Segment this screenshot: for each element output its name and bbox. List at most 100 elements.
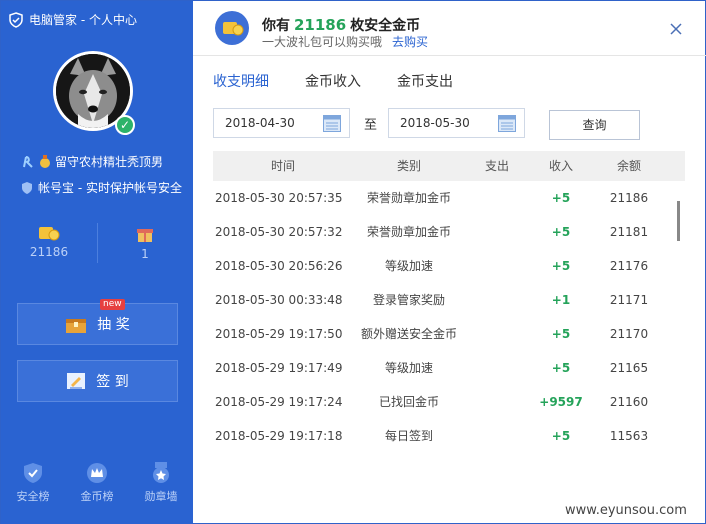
cell-type: 每日签到 [384, 429, 433, 443]
window-title-text: 电脑管家 - 个人中心 [29, 13, 137, 27]
tab-expense[interactable]: 金币支出 [397, 71, 453, 95]
nav-security-rank-label: 安全榜 [16, 490, 50, 503]
cell-balance: 21165 [609, 361, 649, 375]
date-from-value: 2018-04-30 [225, 116, 295, 130]
cell-in: +1 [551, 293, 571, 307]
table-row: 2018-05-30 20:57:35 荣誉勋章加金币 +5 21186 [213, 181, 685, 215]
vip-level-icon [23, 155, 33, 168]
cell-in: +9597 [539, 395, 583, 409]
cell-type: 额外赠送安全金币 [360, 327, 457, 341]
lottery-button[interactable]: 抽 奖 [17, 303, 178, 345]
table-body: 2018-05-30 20:57:35 荣誉勋章加金币 +5 21186 2018-05… [213, 181, 685, 453]
cell-out [465, 249, 529, 283]
cell-type: 等级加速 [384, 259, 433, 273]
cell-time: 2018-05-29 19:17:24 [215, 395, 343, 409]
header: 你有 21186 枚安全金币 一大波礼包可以购买哦 去购买 [193, 1, 706, 56]
verified-check-icon: ✓ [115, 115, 135, 135]
nav-coin-rank[interactable]: 金币榜 [67, 461, 127, 504]
nav-coin-rank-label: 金币榜 [80, 490, 114, 503]
coin-summary-prefix: 你有 [262, 18, 290, 34]
cell-time: 2018-05-29 19:17:18 [215, 429, 343, 443]
cell-in: +5 [551, 191, 571, 205]
level-medal-icon [40, 154, 50, 168]
cell-balance: 21186 [609, 191, 649, 205]
gift-stat[interactable]: 1 [97, 219, 193, 261]
query-button[interactable]: 查询 [549, 110, 640, 140]
cell-out [465, 283, 529, 317]
coin-summary-count: 21186 [294, 16, 347, 34]
date-to-input[interactable]: 2018-05-30 [388, 108, 525, 138]
window-title: 电脑管家 - 个人中心 [9, 11, 137, 28]
cell-time: 2018-05-30 20:56:26 [215, 259, 343, 273]
user-info[interactable]: 留守农村精壮秃顶男 [21, 153, 163, 170]
sign-in-button[interactable]: 签 到 [17, 360, 178, 402]
nav-medal-wall[interactable]: 勋章墙 [131, 461, 191, 504]
account-shield-icon [22, 181, 32, 194]
cell-in: +5 [551, 429, 571, 443]
calendar-icon[interactable] [498, 115, 516, 132]
sign-pen-icon [67, 373, 86, 389]
cell-balance: 21160 [609, 395, 649, 409]
app-window: 电脑管家 - 个人中心 ✓ 留守农村精壮秃顶男 帐号宝 - 实时保护帐号安全 2… [0, 0, 706, 524]
lottery-label: 抽 奖 [97, 317, 130, 333]
cell-balance: 21171 [609, 293, 649, 307]
coin-stat[interactable]: 21186 [1, 219, 97, 259]
nav-security-rank[interactable]: 安全榜 [3, 461, 63, 504]
cell-out [465, 317, 529, 351]
cell-out [465, 385, 529, 419]
account-protect-text: 帐号宝 - 实时保护帐号安全 [38, 181, 182, 195]
column-header-in: 收入 [548, 159, 573, 173]
table-row: 2018-05-29 19:17:49 等级加速 +5 21165 [213, 351, 685, 385]
main-panel: 你有 21186 枚安全金币 一大波礼包可以购买哦 去购买 收支明细 金币收入 金币支… [193, 1, 706, 524]
coin-count: 21186 [29, 245, 69, 259]
treasure-chest-icon [66, 319, 87, 333]
cell-balance: 11563 [609, 429, 649, 443]
calendar-icon[interactable] [323, 115, 341, 132]
coin-summary-suffix: 枚安全金币 [350, 18, 421, 34]
cell-in: +5 [551, 327, 571, 341]
gift-icon [137, 229, 153, 242]
table-row: 2018-05-30 20:56:26 等级加速 +5 21176 [213, 249, 685, 283]
sidebar: 电脑管家 - 个人中心 ✓ 留守农村精壮秃顶男 帐号宝 - 实时保护帐号安全 2… [1, 1, 193, 524]
cell-out [465, 351, 529, 385]
coin-subtitle-text: 一大波礼包可以购买哦 [262, 35, 383, 49]
cell-time: 2018-05-29 19:17:50 [215, 327, 343, 341]
cell-time: 2018-05-30 00:33:48 [215, 293, 343, 307]
table-row: 2018-05-29 19:17:50 额外赠送安全金币 +5 21170 [213, 317, 685, 351]
account-protect[interactable]: 帐号宝 - 实时保护帐号安全 [21, 179, 182, 196]
table-row: 2018-05-30 20:57:32 荣誉勋章加金币 +5 21181 [213, 215, 685, 249]
cell-in: +5 [551, 259, 571, 273]
column-header-type: 类别 [396, 159, 421, 173]
coin-icon [39, 227, 60, 241]
cell-type: 已找回金币 [378, 395, 439, 409]
buy-link[interactable]: 去购买 [392, 35, 428, 49]
table-row: 2018-05-29 19:17:18 每日签到 +5 11563 [213, 419, 685, 453]
close-icon[interactable] [668, 21, 684, 37]
new-badge: new [100, 299, 125, 310]
cell-type: 荣誉勋章加金币 [366, 191, 451, 205]
coin-subtitle: 一大波礼包可以购买哦 去购买 [262, 33, 428, 50]
cell-out [465, 181, 529, 215]
cell-time: 2018-05-30 20:57:32 [215, 225, 343, 239]
table-row: 2018-05-29 19:17:24 已找回金币 +9597 21160 [213, 385, 685, 419]
table-header: 时间 类别 支出 收入 余额 [213, 151, 685, 181]
tab-income[interactable]: 金币收入 [305, 71, 361, 95]
transaction-table: 时间 类别 支出 收入 余额 2018-05-30 20:57:35 荣誉勋章加金… [213, 151, 685, 453]
header-coin-icon [215, 11, 249, 45]
bottom-nav: 安全榜 金币榜 勋章墙 [1, 461, 193, 504]
tab-bar: 收支明细 金币收入 金币支出 [213, 71, 453, 95]
date-from-input[interactable]: 2018-04-30 [213, 108, 350, 138]
cell-balance: 21181 [609, 225, 649, 239]
shield-check-icon [24, 463, 42, 483]
tab-details[interactable]: 收支明细 [213, 71, 269, 95]
date-to-value: 2018-05-30 [400, 116, 470, 130]
cell-type: 荣誉勋章加金币 [366, 225, 451, 239]
scrollbar[interactable] [677, 201, 680, 241]
cell-in: +5 [551, 361, 571, 375]
cell-out [465, 419, 529, 453]
coin-summary: 你有 21186 枚安全金币 [262, 15, 420, 35]
gift-count: 1 [141, 247, 149, 261]
cell-balance: 21170 [609, 327, 649, 341]
username: 留守农村精壮秃顶男 [55, 155, 164, 169]
shield-logo-icon [9, 11, 23, 28]
